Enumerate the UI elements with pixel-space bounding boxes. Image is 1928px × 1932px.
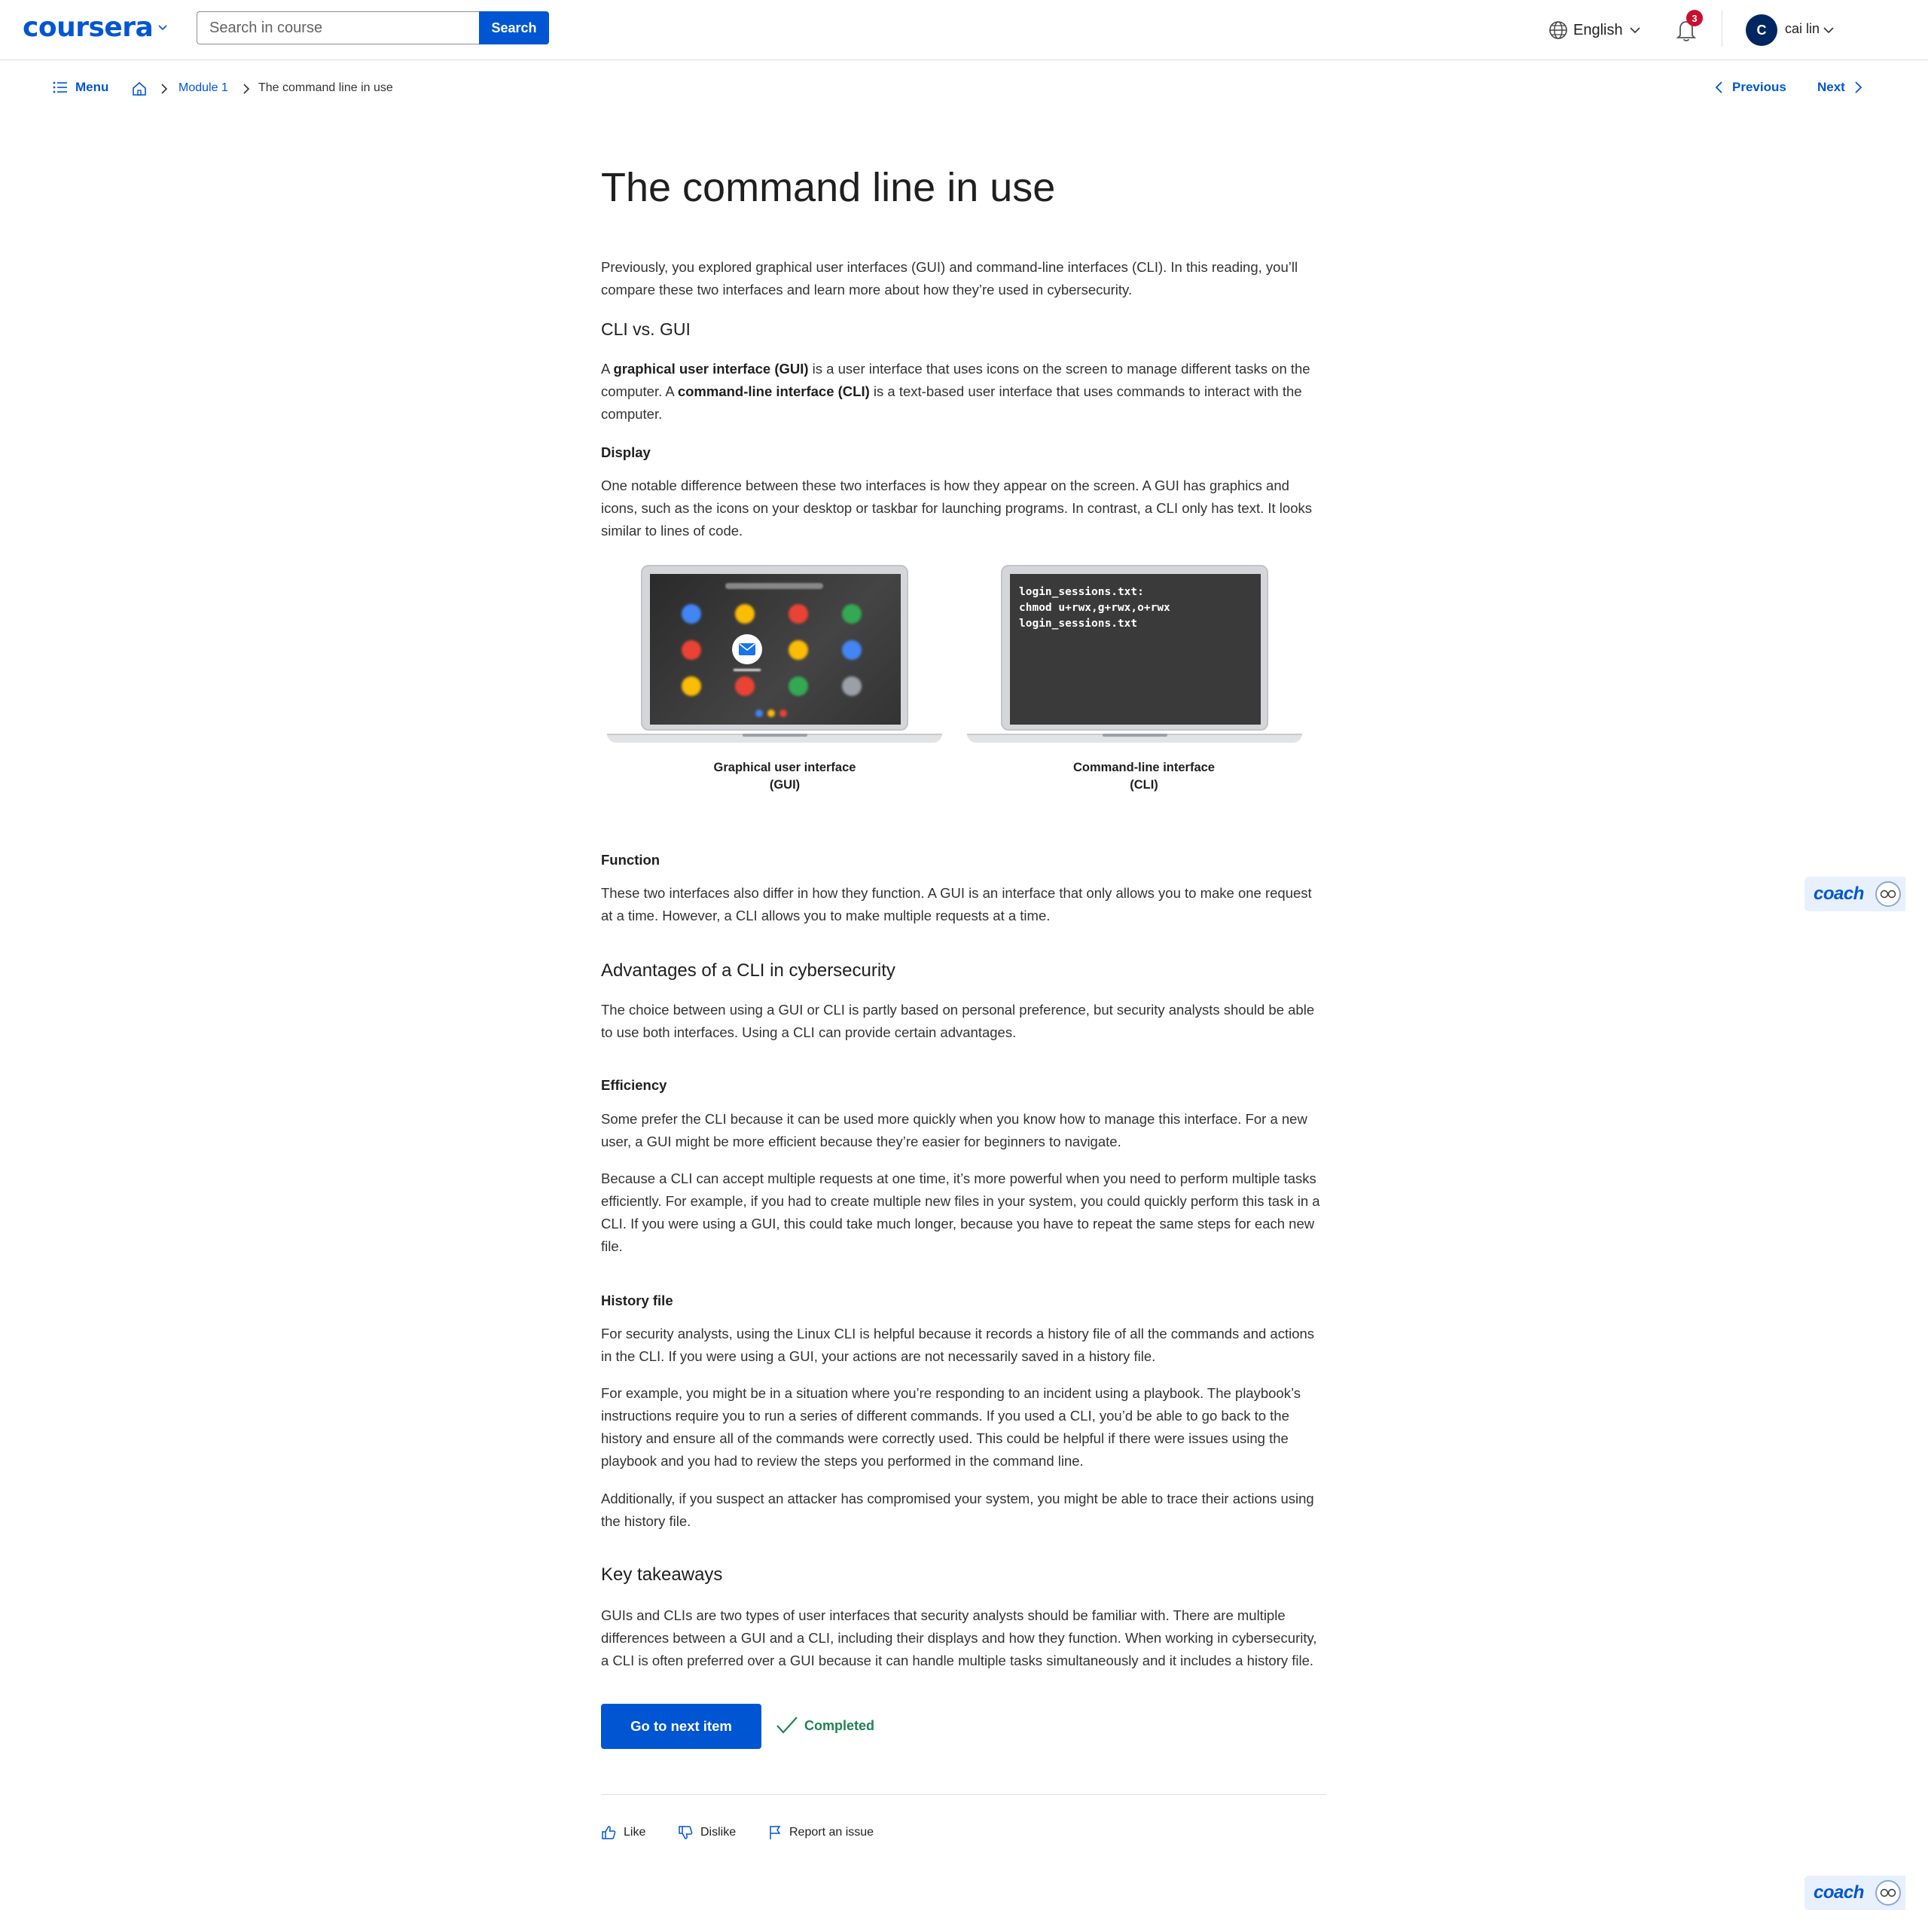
coach-button[interactable]: coach xyxy=(1804,877,1905,911)
language-selector[interactable]: English xyxy=(1548,18,1643,42)
dislike-button[interactable]: Dislike xyxy=(678,1825,736,1840)
completed-status: Completed xyxy=(776,1716,874,1735)
home-icon[interactable] xyxy=(131,81,148,97)
gui-term: graphical user interface (GUI) xyxy=(613,361,809,377)
laptop-screen-frame: login_sessions.txt: chmod u+rwx,g+rwx,o+… xyxy=(1001,565,1268,731)
breadcrumb-module-link[interactable]: Module 1 xyxy=(178,81,228,95)
gui-caption: Graphical user interface (GUI) xyxy=(713,761,856,792)
coursera-logo[interactable]: coursera xyxy=(23,12,154,43)
gui-screen xyxy=(650,574,901,725)
function-paragraph: These two interfaces also differ in how … xyxy=(601,885,1312,923)
menu-button[interactable]: Menu xyxy=(53,80,108,95)
dock-dot xyxy=(755,710,763,717)
list-icon xyxy=(53,81,67,93)
next-label: Next xyxy=(1817,80,1845,94)
takeaways-paragraph: GUIs and CLIs are two types of user inte… xyxy=(601,1607,1317,1668)
thumbs-up-icon xyxy=(602,1826,616,1839)
app-icon xyxy=(735,676,755,696)
app-icon xyxy=(842,676,862,696)
divider xyxy=(601,1794,1326,1795)
app-icon xyxy=(789,604,808,624)
thumbs-down-icon xyxy=(679,1826,693,1839)
advantages-paragraph: The choice between using a GUI or CLI is… xyxy=(601,1002,1315,1040)
subheading-display: Display xyxy=(601,444,651,460)
cli-term: command-line interface (CLI) xyxy=(677,383,870,399)
subheading-function: Function xyxy=(601,852,660,868)
app-icon xyxy=(682,676,701,696)
laptop-notch xyxy=(1103,734,1167,737)
coach-glasses-icon xyxy=(1875,881,1901,907)
gui-laptop-illustration xyxy=(599,565,946,746)
user-name[interactable]: cai lin xyxy=(1785,21,1820,37)
display-paragraph: One notable difference between these two… xyxy=(601,478,1312,539)
chevron-down-icon[interactable] xyxy=(1821,23,1836,38)
dock-dot xyxy=(767,710,775,717)
cli-screen: login_sessions.txt: chmod u+rwx,g+rwx,o+… xyxy=(1010,574,1261,725)
chevron-down-icon xyxy=(1630,27,1640,34)
section-heading-key-takeaways: Key takeaways xyxy=(601,1564,723,1585)
go-to-next-item-button[interactable]: Go to next item xyxy=(601,1704,761,1749)
history-paragraph-2: For example, you might be in a situation… xyxy=(601,1385,1301,1469)
coach-button[interactable]: coach xyxy=(1804,1876,1905,1910)
app-icon xyxy=(682,604,701,624)
notification-badge: 3 xyxy=(1686,10,1703,26)
subheading-efficiency: Efficiency xyxy=(601,1077,667,1093)
subheading-history-file: History file xyxy=(601,1293,673,1308)
completed-label: Completed xyxy=(804,1717,875,1733)
app-icon xyxy=(735,604,755,624)
section-heading-cli-vs-gui: CLI vs. GUI xyxy=(601,319,691,339)
history-paragraph-1: For security analysts, using the Linux C… xyxy=(601,1326,1315,1364)
cli-caption: Command-line interface (CLI) xyxy=(1073,761,1215,792)
app-icon xyxy=(789,640,808,660)
history-paragraph-3: Additionally, if you suspect an attacker… xyxy=(601,1491,1314,1529)
chevron-down-icon[interactable] xyxy=(155,20,170,35)
previous-button[interactable]: Previous xyxy=(1714,80,1786,95)
mail-icon xyxy=(732,634,762,664)
chevron-left-icon xyxy=(1715,81,1722,93)
laptop-notch xyxy=(743,734,807,737)
section-heading-advantages: Advantages of a CLI in cybersecurity xyxy=(601,960,895,981)
coach-label: coach xyxy=(1814,884,1864,904)
app-icon xyxy=(682,640,701,660)
chevron-right-icon xyxy=(161,84,168,94)
app-icon xyxy=(842,640,862,660)
search-input[interactable] xyxy=(197,11,479,44)
dock-dot xyxy=(779,710,787,717)
language-label: English xyxy=(1573,21,1623,38)
next-button[interactable]: Next xyxy=(1817,80,1863,95)
coach-glasses-icon xyxy=(1875,1880,1901,1906)
efficiency-paragraph-1: Some prefer the CLI because it can be us… xyxy=(601,1111,1307,1149)
menu-label: Menu xyxy=(75,80,109,94)
like-button[interactable]: Like xyxy=(601,1825,645,1840)
intro-paragraph: Previously, you explored graphical user … xyxy=(601,259,1298,298)
cli-laptop-illustration: login_sessions.txt: chmod u+rwx,g+rwx,o+… xyxy=(959,565,1306,746)
chevron-right-icon xyxy=(243,84,250,94)
definition-paragraph: A graphical user interface (GUI) is a us… xyxy=(601,361,1310,422)
laptop-screen-frame xyxy=(641,565,908,731)
breadcrumb-current: The command line in use xyxy=(258,81,393,94)
globe-icon xyxy=(1549,21,1567,39)
app-icon xyxy=(842,604,862,624)
previous-label: Previous xyxy=(1732,80,1786,94)
terminal-text: login_sessions.txt: chmod u+rwx,g+rwx,o+… xyxy=(1019,586,1170,630)
flag-icon xyxy=(770,1826,781,1839)
report-issue-button[interactable]: Report an issue xyxy=(768,1825,874,1840)
page-title: The command line in use xyxy=(601,165,1056,210)
avatar[interactable]: C xyxy=(1746,14,1777,46)
search-button[interactable]: Search xyxy=(479,11,549,44)
app-icon xyxy=(789,676,808,696)
checkmark-icon xyxy=(776,1717,798,1734)
gui-top-bar xyxy=(725,583,823,589)
top-bar: coursera Search English 3 C cai lin xyxy=(0,0,1928,60)
efficiency-paragraph-2: Because a CLI can accept multiple reques… xyxy=(601,1170,1320,1254)
chevron-right-icon xyxy=(1855,81,1862,93)
gui-vs-cli-figure: Graphical user interface (GUI) login_ses… xyxy=(601,565,1326,806)
coach-label: coach xyxy=(1814,1882,1864,1903)
app-label xyxy=(734,669,761,671)
